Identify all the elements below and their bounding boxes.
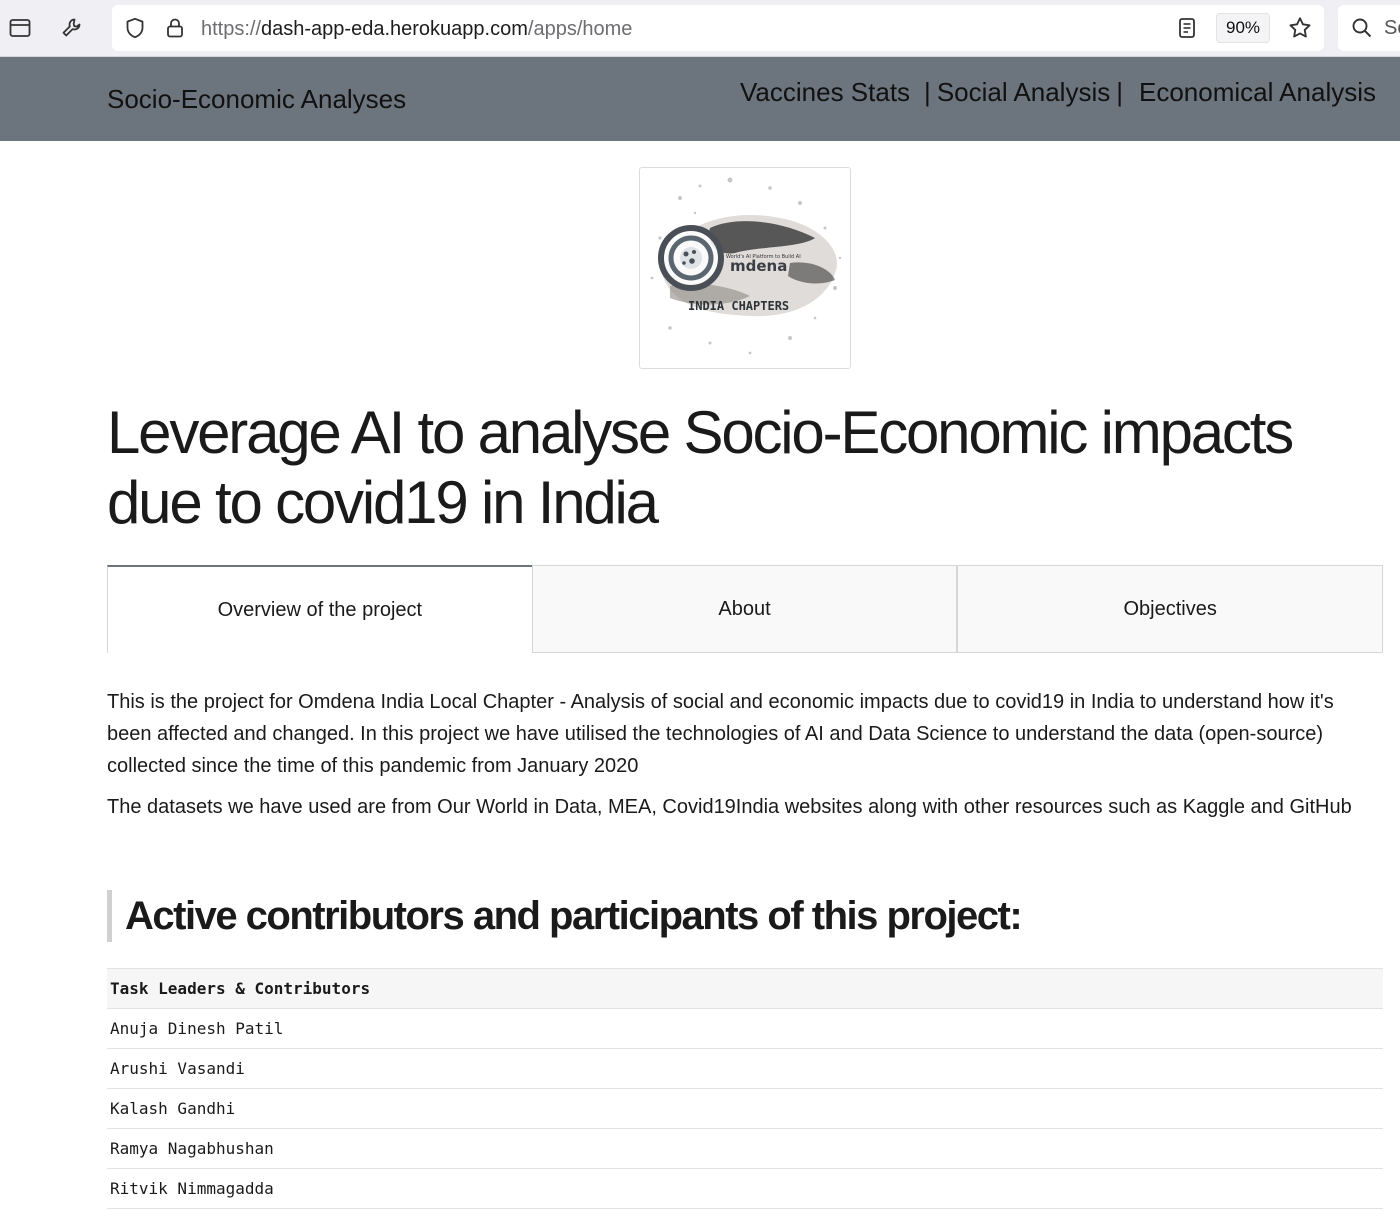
url-host: dash-app-eda.herokuapp.com xyxy=(261,18,528,40)
table-header-row: Task Leaders & Contributors xyxy=(107,968,1383,1009)
table-row: Ramya Nagabhushan xyxy=(107,1128,1383,1169)
column-header-contributors[interactable]: Task Leaders & Contributors xyxy=(107,968,1383,1009)
app-navbar: Socio-Economic Analyses Vaccines Stats |… xyxy=(0,57,1400,141)
tab-about[interactable]: About xyxy=(531,565,958,653)
contributor-name: Kalash Gandhi xyxy=(107,1088,1383,1129)
lock-icon[interactable] xyxy=(161,14,189,42)
logo-subtitle: INDIA CHAPTERS xyxy=(688,299,789,313)
tab-objectives[interactable]: Objectives xyxy=(957,565,1384,653)
datasets-paragraph: The datasets we have used are from Our W… xyxy=(107,796,1352,818)
zoom-level-badge[interactable]: 90% xyxy=(1216,13,1270,43)
shield-icon[interactable] xyxy=(121,14,149,42)
browser-toolbar: https://dash-app-eda.herokuapp.com/apps/… xyxy=(0,0,1400,57)
tab-overview[interactable]: Overview of the project xyxy=(107,565,532,653)
table-row: Arushi Vasandi xyxy=(107,1048,1383,1089)
contributor-name: Ramya Nagabhushan xyxy=(107,1128,1383,1169)
omdena-india-logo: World's AI Platform to Build AI mdena IN… xyxy=(639,167,851,369)
wrench-icon[interactable] xyxy=(58,14,86,42)
search-bar[interactable]: Se xyxy=(1338,5,1400,51)
contributors-table: Task Leaders & Contributors Anuja Dinesh… xyxy=(107,968,1383,1209)
nav-link-vaccines-stats[interactable]: Vaccines Stats xyxy=(740,77,910,108)
overview-paragraph: This is the project for Omdena India Loc… xyxy=(107,691,1334,777)
star-icon[interactable] xyxy=(1286,14,1314,42)
nav-links: Vaccines Stats | Social Analysis | Econo… xyxy=(740,77,1376,108)
search-placeholder: Se xyxy=(1384,17,1400,39)
table-row: Ritvik Nimmagadda xyxy=(107,1168,1383,1209)
nav-link-economical-analysis[interactable]: Economical Analysis xyxy=(1139,77,1376,108)
contributor-name: Arushi Vasandi xyxy=(107,1048,1383,1089)
brand-title[interactable]: Socio-Economic Analyses xyxy=(107,84,406,115)
table-row: Anuja Dinesh Patil xyxy=(107,1008,1383,1049)
tab-bar: Overview of the project About Objectives xyxy=(107,565,1384,653)
logo-wordmark: mdena xyxy=(730,257,787,275)
nav-link-social-analysis[interactable]: Social Analysis xyxy=(937,77,1110,108)
reader-view-icon[interactable] xyxy=(1173,14,1201,42)
sidebar-icon[interactable] xyxy=(6,14,34,42)
nav-separator: | xyxy=(1116,77,1123,107)
url-text[interactable]: https://dash-app-eda.herokuapp.com/apps/… xyxy=(201,17,632,41)
table-row: Kalash Gandhi xyxy=(107,1088,1383,1129)
contributor-name: Ritvik Nimmagadda xyxy=(107,1168,1383,1209)
search-icon xyxy=(1348,14,1376,42)
page-headline: Leverage AI to analyse Socio-Economic im… xyxy=(107,399,1294,536)
contributor-name: Anuja Dinesh Patil xyxy=(107,1008,1383,1049)
nav-separator: | xyxy=(924,77,931,107)
url-path: /apps/home xyxy=(527,18,633,40)
contributors-heading: Active contributors and participants of … xyxy=(107,890,1023,942)
url-scheme: https:// xyxy=(201,18,262,40)
